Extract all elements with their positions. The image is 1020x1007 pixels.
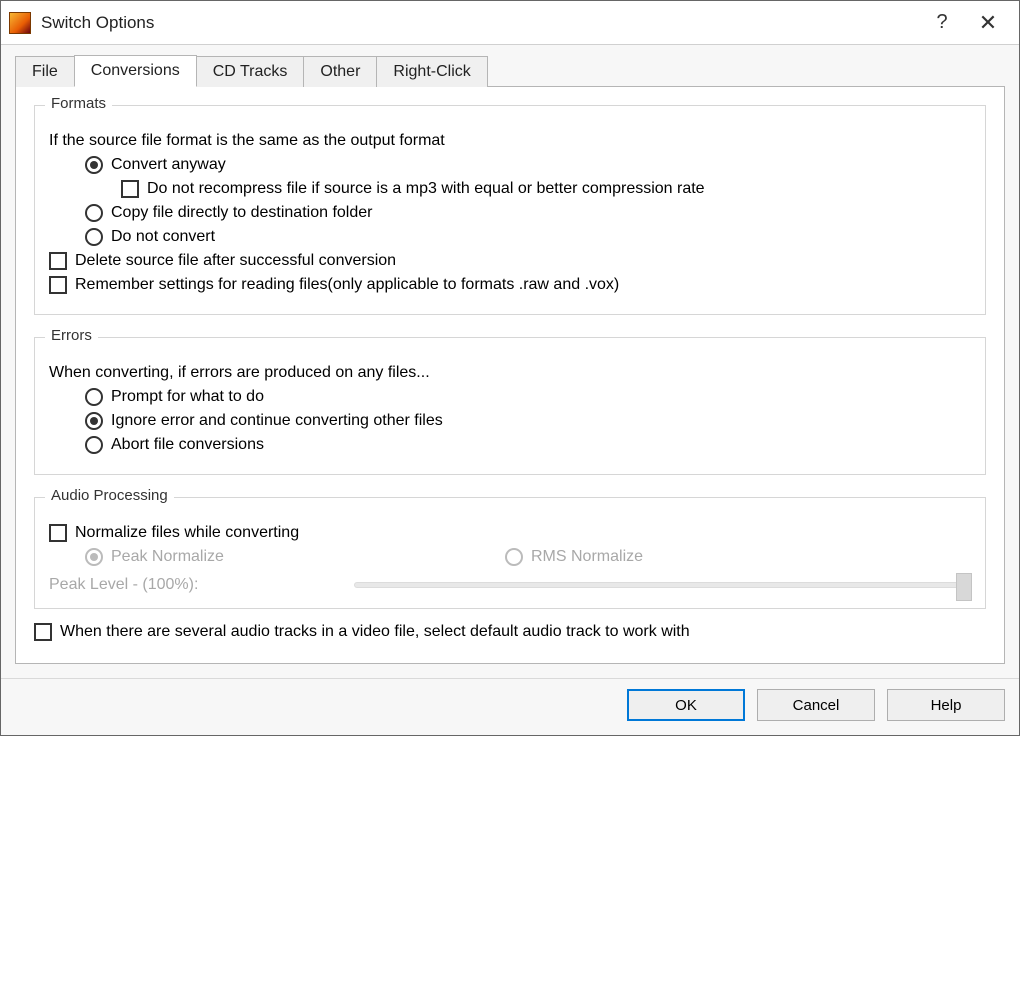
peak-level-row: Peak Level - (100%): (49, 576, 971, 594)
button-bar: OK Cancel Help (1, 678, 1019, 735)
checkbox-icon (49, 524, 67, 542)
peak-level-label: Peak Level - (100%): (49, 576, 354, 594)
tab-cdtracks[interactable]: CD Tracks (196, 56, 305, 87)
dialog-window: Switch Options ? ✕ File Conversions CD T… (0, 0, 1020, 736)
checkbox-label: Do not recompress file if source is a mp… (147, 180, 705, 198)
radio-label: Ignore error and continue converting oth… (111, 412, 443, 430)
radio-icon (85, 388, 103, 406)
checkbox-icon (121, 180, 139, 198)
checkbox-label: When there are several audio tracks in a… (60, 623, 690, 641)
radio-icon (85, 436, 103, 454)
radio-peak-normalize: Peak Normalize (85, 548, 505, 566)
radio-icon (85, 228, 103, 246)
tab-file[interactable]: File (15, 56, 75, 87)
radio-label: Prompt for what to do (111, 388, 264, 406)
tab-rightclick[interactable]: Right-Click (376, 56, 487, 87)
slider-thumb-icon (956, 573, 972, 601)
checkbox-remember-settings[interactable]: Remember settings for reading files(only… (49, 276, 971, 294)
group-audio-processing: Audio Processing Normalize files while c… (34, 497, 986, 609)
formats-intro: If the source file format is the same as… (49, 132, 445, 150)
checkbox-delete-source[interactable]: Delete source file after successful conv… (49, 252, 971, 270)
help-button[interactable]: Help (887, 689, 1005, 721)
radio-rms-normalize: RMS Normalize (505, 548, 643, 566)
checkbox-no-recompress[interactable]: Do not recompress file if source is a mp… (49, 180, 971, 198)
tab-strip: File Conversions CD Tracks Other Right-C… (15, 55, 1005, 87)
group-formats-title: Formats (45, 95, 112, 112)
radio-icon (85, 412, 103, 430)
peak-level-slider (354, 582, 971, 588)
radio-error-abort[interactable]: Abort file conversions (49, 436, 971, 454)
radio-copy-direct[interactable]: Copy file directly to destination folder (49, 204, 971, 222)
radio-convert-anyway[interactable]: Convert anyway (49, 156, 971, 174)
radio-error-prompt[interactable]: Prompt for what to do (49, 388, 971, 406)
radio-label: Peak Normalize (111, 548, 224, 566)
radio-label: Copy file directly to destination folder (111, 204, 372, 222)
radio-icon (85, 548, 103, 566)
errors-intro: When converting, if errors are produced … (49, 364, 430, 382)
group-formats: Formats If the source file format is the… (34, 105, 986, 315)
radio-icon (505, 548, 523, 566)
checkbox-normalize[interactable]: Normalize files while converting (49, 524, 971, 542)
checkbox-multi-tracks[interactable]: When there are several audio tracks in a… (34, 623, 986, 641)
close-icon[interactable]: ✕ (965, 1, 1011, 45)
ok-button[interactable]: OK (627, 689, 745, 721)
group-audio-title: Audio Processing (45, 487, 174, 504)
checkbox-label: Normalize files while converting (75, 524, 299, 542)
radio-do-not-convert[interactable]: Do not convert (49, 228, 971, 246)
radio-error-ignore[interactable]: Ignore error and continue converting oth… (49, 412, 971, 430)
tab-conversions[interactable]: Conversions (74, 55, 197, 87)
radio-label: RMS Normalize (531, 548, 643, 566)
checkbox-icon (49, 276, 67, 294)
radio-label: Convert anyway (111, 156, 226, 174)
group-errors-title: Errors (45, 327, 98, 344)
titlebar: Switch Options ? ✕ (1, 1, 1019, 45)
radio-label: Abort file conversions (111, 436, 264, 454)
dialog-body: File Conversions CD Tracks Other Right-C… (1, 45, 1019, 678)
radio-icon (85, 204, 103, 222)
normalize-mode-row: Peak Normalize RMS Normalize (49, 548, 971, 566)
window-title: Switch Options (41, 13, 919, 33)
radio-label: Do not convert (111, 228, 215, 246)
checkbox-label: Delete source file after successful conv… (75, 252, 396, 270)
app-icon (9, 12, 31, 34)
tab-other[interactable]: Other (303, 56, 377, 87)
checkbox-icon (34, 623, 52, 641)
checkbox-icon (49, 252, 67, 270)
help-icon[interactable]: ? (919, 1, 965, 45)
cancel-button[interactable]: Cancel (757, 689, 875, 721)
checkbox-label: Remember settings for reading files(only… (75, 276, 619, 294)
tab-panel-conversions: Formats If the source file format is the… (15, 86, 1005, 664)
group-errors: Errors When converting, if errors are pr… (34, 337, 986, 475)
radio-icon (85, 156, 103, 174)
